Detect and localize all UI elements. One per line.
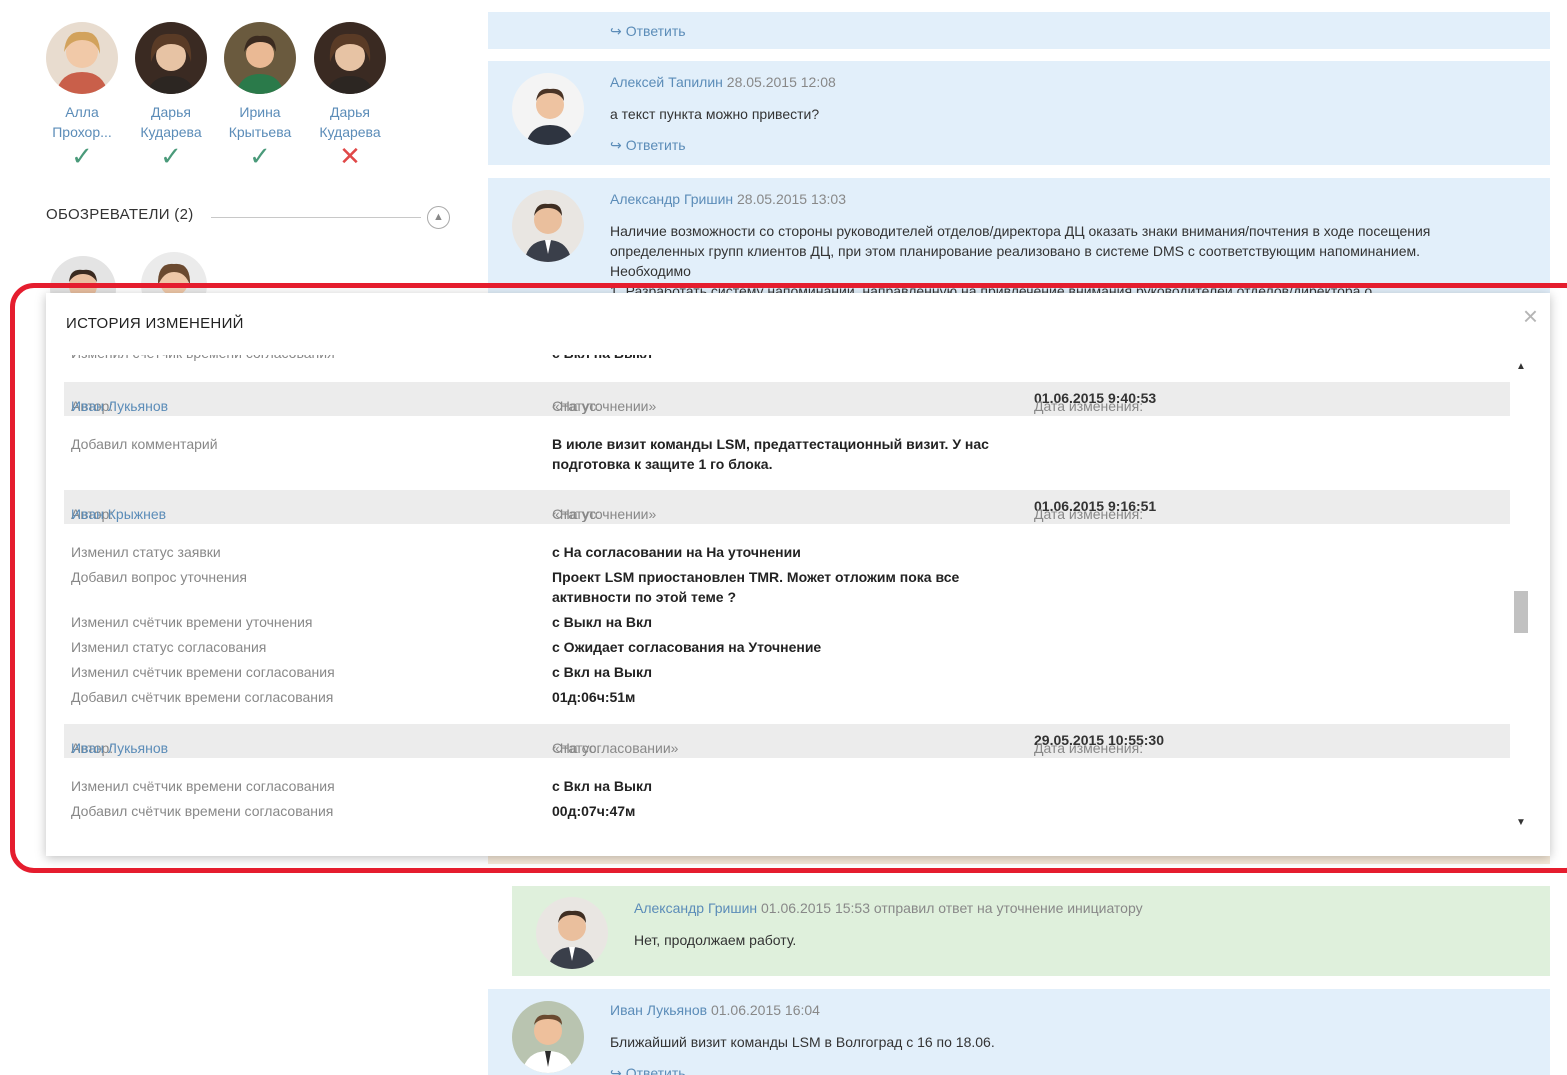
avatar <box>512 73 584 145</box>
comment-text-line: определенных групп клиентов ДЦ, при этом… <box>610 243 1421 259</box>
comment-date: 28.05.2015 12:08 <box>726 74 836 90</box>
approver-card[interactable]: Ирина Крытьева ✓ <box>218 22 302 170</box>
check-icon: ✓ <box>71 141 93 171</box>
comment-author[interactable]: Иван Лукьянов <box>610 1002 707 1018</box>
chevron-up-icon[interactable]: ▲ <box>427 206 450 229</box>
approver-first-name: Ирина <box>239 104 281 120</box>
reply-link[interactable]: ↪ Ответить <box>610 21 686 41</box>
approver-first-name: Дарья <box>330 104 370 120</box>
comment-text-line: Необходимо <box>610 263 691 279</box>
comment-date: 01.06.2015 15:53 <box>761 900 871 916</box>
page: Алла Прохор... ✓ Дарья Кударева ✓ Ирина … <box>0 0 1567 1075</box>
highlight-frame <box>10 283 1567 873</box>
comment-text: Нет, продолжаем работу. <box>634 932 797 948</box>
reply-label: Ответить <box>625 23 686 39</box>
reply-icon: ↪ <box>610 137 622 153</box>
avatar <box>314 22 386 94</box>
avatar <box>536 897 608 969</box>
approver-card[interactable]: Дарья Кударева ✕ <box>308 22 392 170</box>
approver-card[interactable]: Дарья Кударева ✓ <box>129 22 213 170</box>
cross-icon: ✕ <box>339 141 361 171</box>
observers-title: ОБОЗРЕВАТЕЛИ (2) <box>46 206 194 223</box>
comment-author[interactable]: Алексей Тапилин <box>610 74 723 90</box>
approver-last-name: Кударева <box>319 124 381 140</box>
comment-header: Иван Лукьянов 01.06.2015 16:04 <box>610 1000 1510 1020</box>
approver-card[interactable]: Алла Прохор... ✓ <box>40 22 124 170</box>
avatar <box>135 22 207 94</box>
approver-last-name: Крытьева <box>228 124 292 140</box>
reply-icon: ↪ <box>610 1065 622 1075</box>
comment-card: Александр Гришин 01.06.2015 15:53 отправ… <box>512 886 1550 976</box>
observers-section: ОБОЗРЕВАТЕЛИ (2) ▲ <box>46 206 450 230</box>
approver-first-name: Алла <box>65 104 99 120</box>
comment-header: Алексей Тапилин 28.05.2015 12:08 <box>610 72 1510 92</box>
comment-date: 28.05.2015 13:03 <box>737 191 847 207</box>
avatar <box>512 190 584 262</box>
approver-last-name: Кударева <box>140 124 202 140</box>
avatar <box>224 22 296 94</box>
approver-last-name: Прохор... <box>52 124 112 140</box>
comment-author[interactable]: Александр Гришин <box>610 191 733 207</box>
comment-action: отправил ответ на уточнение инициатору <box>873 900 1143 916</box>
reply-link[interactable]: ↪ Ответить <box>610 1063 1510 1075</box>
comment-author[interactable]: Александр Гришин <box>634 900 757 916</box>
comment-text: Ближайший визит команды LSM в Волгоград … <box>610 1034 995 1050</box>
approver-first-name: Дарья <box>151 104 191 120</box>
reply-icon: ↪ <box>610 23 622 39</box>
avatar <box>46 22 118 94</box>
comment-card: ↪ Ответить <box>488 12 1550 49</box>
comment-card: Иван Лукьянов 01.06.2015 16:04 Ближайший… <box>488 989 1550 1075</box>
reply-label: Ответить <box>625 137 686 153</box>
reply-link[interactable]: ↪ Ответить <box>610 135 1510 155</box>
divider <box>211 217 421 218</box>
comment-text: а текст пункта можно привести? <box>610 106 820 122</box>
comment-card: Александр Гришин 28.05.2015 13:03 Наличи… <box>488 178 1550 298</box>
comment-header: Александр Гришин 28.05.2015 13:03 <box>610 189 1510 209</box>
avatar <box>512 1001 584 1073</box>
comment-card: Алексей Тапилин 28.05.2015 12:08 а текст… <box>488 61 1550 165</box>
comment-header: Александр Гришин 01.06.2015 15:53 отправ… <box>634 898 1510 918</box>
comment-text-line: Наличие возможности со стороны руководит… <box>610 223 1431 239</box>
check-icon: ✓ <box>160 141 182 171</box>
reply-label: Ответить <box>625 1065 686 1075</box>
check-icon: ✓ <box>249 141 271 171</box>
comment-date: 01.06.2015 16:04 <box>710 1002 820 1018</box>
